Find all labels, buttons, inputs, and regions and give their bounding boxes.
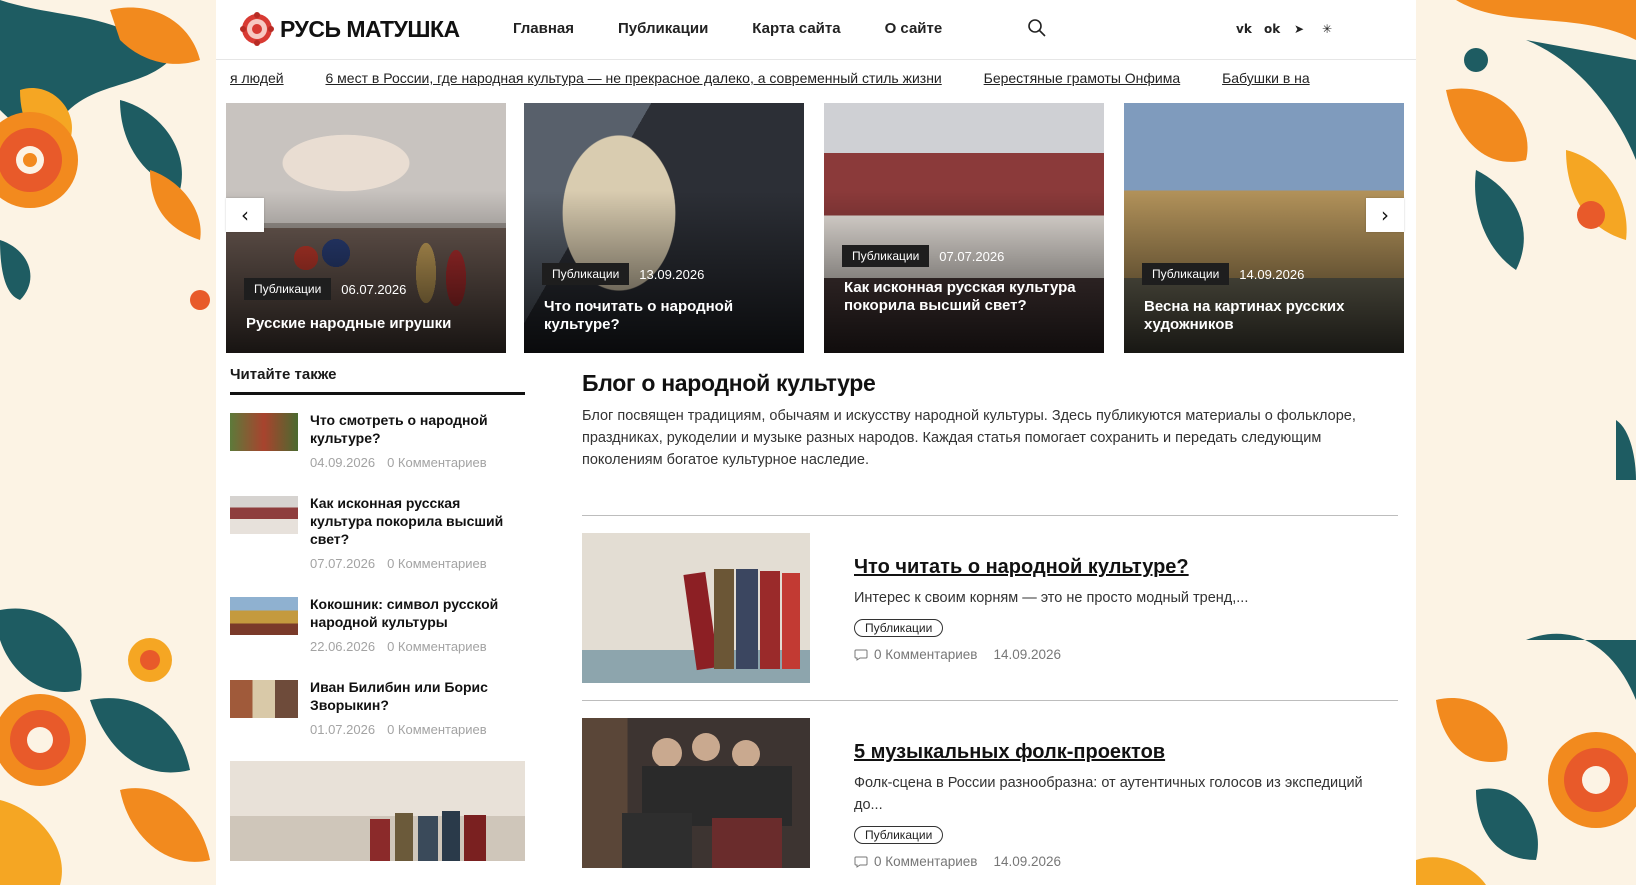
post-image[interactable] bbox=[582, 718, 810, 868]
post-title[interactable]: Что читать о народной культуре? bbox=[854, 556, 1394, 579]
item-title[interactable]: Кокошник: символ русской народной культу… bbox=[310, 595, 525, 631]
post-category[interactable]: Публикации bbox=[854, 826, 944, 844]
item-comments[interactable]: 0 Комментариев bbox=[387, 455, 487, 470]
slide-date: 06.07.2026 bbox=[341, 281, 407, 297]
nav-sitemap[interactable]: Карта сайта bbox=[752, 20, 840, 37]
slide-category[interactable]: Публикации bbox=[542, 263, 630, 285]
thumbnail[interactable] bbox=[230, 680, 298, 718]
list-item: Иван Билибин или Борис Зворыкин? 01.07.2… bbox=[230, 678, 525, 737]
item-comments[interactable]: 0 Комментариев bbox=[387, 556, 487, 571]
news-ticker: я людей 6 мест в России, где народная ку… bbox=[230, 70, 1402, 92]
slide[interactable]: Публикации 14.09.2026 Весна на картинах … bbox=[1124, 103, 1404, 353]
site-header: РУСЬ МАТУШКА Главная Публикации Карта са… bbox=[216, 0, 1416, 60]
slide-category[interactable]: Публикации bbox=[244, 278, 332, 300]
post-image[interactable] bbox=[582, 533, 810, 683]
slide-date: 07.07.2026 bbox=[939, 248, 1005, 264]
comment-icon bbox=[854, 649, 868, 661]
item-title[interactable]: Как исконная русская культура покорила в… bbox=[310, 494, 525, 548]
post-date: 14.09.2026 bbox=[993, 854, 1062, 869]
ticker-link[interactable]: я людей bbox=[230, 70, 284, 86]
item-date: 22.06.2026 bbox=[310, 639, 376, 654]
nav-about[interactable]: О сайте bbox=[885, 20, 943, 37]
site-logo[interactable]: РУСЬ МАТУШКА bbox=[240, 12, 460, 46]
search-icon[interactable] bbox=[1026, 17, 1048, 39]
page: РУСЬ МАТУШКА Главная Публикации Карта са… bbox=[216, 0, 1416, 885]
chevron-left-icon: ‹ bbox=[241, 203, 249, 227]
item-title[interactable]: Иван Билибин или Борис Зворыкин? bbox=[310, 678, 525, 714]
read-also-sidebar: Читайте также Что смотреть о народной ку… bbox=[230, 366, 525, 861]
nav-home[interactable]: Главная bbox=[513, 20, 574, 37]
post-comments[interactable]: 0 Комментариев bbox=[874, 854, 977, 869]
post-date: 14.09.2026 bbox=[993, 647, 1062, 662]
folk-pattern-right bbox=[1416, 0, 1636, 885]
page-intro: Блог посвящен традициям, обычаям и искус… bbox=[582, 408, 1356, 468]
item-date: 01.07.2026 bbox=[310, 722, 376, 737]
slide-title[interactable]: Весна на картинах русских художников bbox=[1144, 298, 1388, 334]
slide-date: 14.09.2026 bbox=[1239, 266, 1305, 282]
slide-title[interactable]: Что почитать о народной культуре? bbox=[544, 298, 788, 334]
sidebar-featured-image[interactable] bbox=[230, 761, 525, 861]
page-title: Блог о народной культуре bbox=[582, 370, 876, 396]
thumbnail[interactable] bbox=[230, 413, 298, 451]
item-date: 07.07.2026 bbox=[310, 556, 376, 571]
logo-text: РУСЬ МАТУШКА bbox=[280, 15, 460, 42]
logo-flower-icon bbox=[240, 12, 274, 46]
ticker-link[interactable]: Бабушки в на bbox=[1222, 70, 1310, 86]
dzen-icon[interactable]: ✳ bbox=[1320, 22, 1334, 36]
list-item: Кокошник: символ русской народной культу… bbox=[230, 595, 525, 654]
item-date: 04.09.2026 bbox=[310, 455, 376, 470]
list-item: Что смотреть о народной культуре? 04.09.… bbox=[230, 411, 525, 470]
sidebar-title: Читайте также bbox=[230, 366, 525, 395]
thumbnail[interactable] bbox=[230, 496, 298, 534]
nav-publications[interactable]: Публикации bbox=[618, 20, 708, 37]
item-comments[interactable]: 0 Комментариев bbox=[387, 722, 487, 737]
thumbnail[interactable] bbox=[230, 597, 298, 635]
ticker-link[interactable]: 6 мест в России, где народная культура —… bbox=[326, 70, 942, 86]
post-card: Что читать о народной культуре? Интерес … bbox=[582, 515, 1398, 700]
telegram-icon[interactable]: ➤ bbox=[1292, 22, 1306, 36]
chevron-right-icon: › bbox=[1381, 203, 1389, 227]
social-links: vk ok ➤ ✳ bbox=[1236, 22, 1334, 36]
post-excerpt: Фолк-сцена в России разнообразна: от аут… bbox=[854, 775, 1363, 813]
slider-next-button[interactable]: › bbox=[1366, 198, 1404, 232]
post-comments[interactable]: 0 Комментариев bbox=[874, 647, 977, 662]
post-category[interactable]: Публикации bbox=[854, 619, 944, 637]
slide-date: 13.09.2026 bbox=[639, 266, 705, 282]
list-item: Как исконная русская культура покорила в… bbox=[230, 494, 525, 571]
slide-title[interactable]: Русские народные игрушки bbox=[246, 315, 490, 333]
post-excerpt: Интерес к своим корням — это не просто м… bbox=[854, 590, 1249, 606]
ticker-link[interactable]: Берестяные грамоты Онфима bbox=[984, 70, 1181, 86]
main-content: Блог о народной культуре Блог посвящен т… bbox=[582, 370, 1398, 869]
slide[interactable]: Публикации 13.09.2026 Что почитать о нар… bbox=[524, 103, 804, 353]
post-card: 5 музыкальных фолк-проектов Фолк-сцена в… bbox=[582, 700, 1398, 885]
vk-icon[interactable]: vk bbox=[1236, 22, 1252, 36]
slide[interactable]: Публикации 06.07.2026 Русские народные и… bbox=[226, 103, 506, 353]
slide-title[interactable]: Как исконная русская культура покорила в… bbox=[844, 279, 1088, 315]
slide-category[interactable]: Публикации bbox=[842, 245, 930, 267]
featured-slider: Публикации 06.07.2026 Русские народные и… bbox=[226, 103, 1404, 353]
folk-pattern-left bbox=[0, 0, 216, 885]
slide-category[interactable]: Публикации bbox=[1142, 263, 1230, 285]
slider-prev-button[interactable]: ‹ bbox=[226, 198, 264, 232]
comment-icon bbox=[854, 856, 868, 868]
item-comments[interactable]: 0 Комментариев bbox=[387, 639, 487, 654]
odnoklassniki-icon[interactable]: ok bbox=[1264, 22, 1280, 36]
main-nav: Главная Публикации Карта сайта О сайте bbox=[513, 20, 986, 37]
item-title[interactable]: Что смотреть о народной культуре? bbox=[310, 411, 525, 447]
slide[interactable]: Публикации 07.07.2026 Как исконная русск… bbox=[824, 103, 1104, 353]
post-title[interactable]: 5 музыкальных фолк-проектов bbox=[854, 741, 1394, 764]
